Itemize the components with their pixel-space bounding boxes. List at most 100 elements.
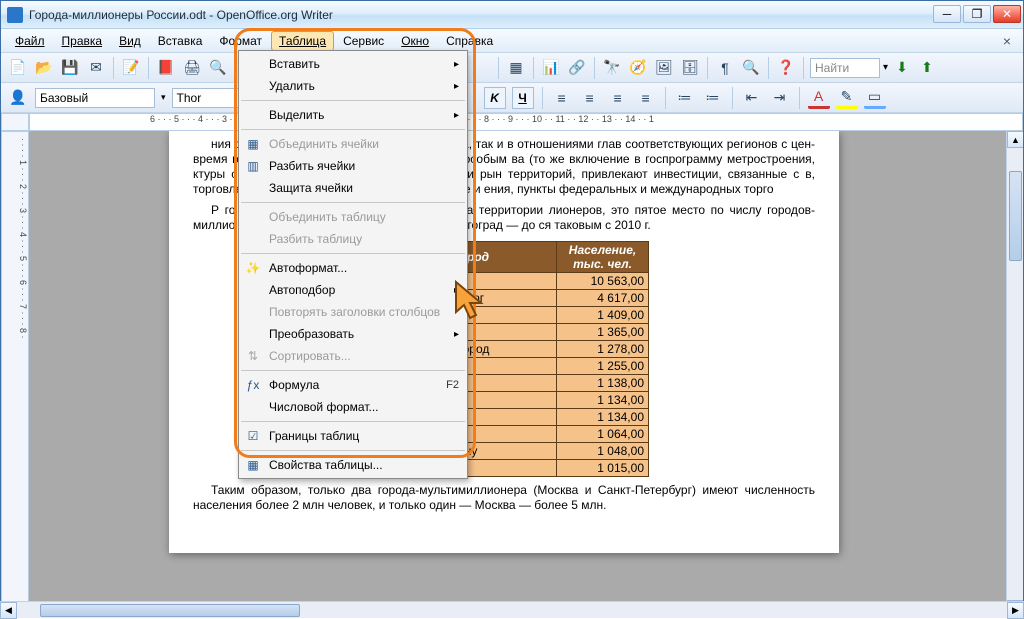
menu-number-format[interactable]: Числовой формат...: [239, 396, 467, 418]
app-window: Города-миллионеры России.odt - OpenOffic…: [0, 0, 1024, 618]
menu-select-submenu[interactable]: Выделить▸: [239, 104, 467, 126]
menu-insert[interactable]: Вставка: [150, 31, 211, 51]
menu-insert-submenu[interactable]: Вставить▸: [239, 53, 467, 75]
vertical-ruler[interactable]: · · · · 1 · · · 2 · · · 3 · · · 4 · · · …: [1, 131, 29, 617]
menu-table-properties[interactable]: ▦Свойства таблицы...: [239, 454, 467, 476]
align-right-icon[interactable]: ≡: [607, 87, 629, 109]
paragraph-style-select[interactable]: Базовый: [35, 88, 155, 108]
horizontal-scrollbar[interactable]: ◀ ▶: [0, 601, 1024, 618]
background-icon[interactable]: ▭: [864, 87, 886, 109]
document-viewport[interactable]: ния определялась как нормативами Госплан…: [29, 131, 1023, 617]
new-doc-icon[interactable]: 📄: [7, 57, 29, 79]
print-icon[interactable]: 🖨: [181, 57, 203, 79]
edit-icon[interactable]: 📝: [120, 57, 142, 79]
population-cell[interactable]: 1 255,00: [557, 358, 649, 375]
gallery-icon[interactable]: 🖼: [653, 57, 675, 79]
styles-icon[interactable]: 👤: [7, 87, 29, 109]
population-cell[interactable]: 1 015,00: [557, 460, 649, 477]
align-center-icon[interactable]: ≡: [579, 87, 601, 109]
menu-table[interactable]: Таблица: [271, 31, 334, 51]
menu-table-borders[interactable]: ☑Границы таблиц: [239, 425, 467, 447]
menu-convert-submenu[interactable]: Преобразовать▸: [239, 323, 467, 345]
minimize-button[interactable]: ─: [933, 5, 961, 23]
menu-edit[interactable]: Правка: [54, 31, 111, 51]
find-next-icon[interactable]: ⬇: [891, 57, 913, 79]
menu-split-cells[interactable]: ▥Разбить ячейки: [239, 155, 467, 177]
population-cell[interactable]: 1 365,00: [557, 324, 649, 341]
table-properties-icon: ▦: [245, 457, 261, 473]
help-icon[interactable]: ❓: [775, 57, 797, 79]
menu-merge-table: Объединить таблицу: [239, 206, 467, 228]
horizontal-ruler[interactable]: 6 · · · 5 · · · 4 · · · 3 · · · 2 · · · …: [29, 113, 1023, 131]
ruler-row: 6 · · · 5 · · · 4 · · · 3 · · · 2 · · · …: [1, 113, 1023, 131]
close-button[interactable]: ✕: [993, 5, 1021, 23]
population-cell[interactable]: 10 563,00: [557, 273, 649, 290]
scroll-thumb[interactable]: [40, 604, 300, 617]
menu-view[interactable]: Вид: [111, 31, 149, 51]
scroll-up-icon[interactable]: ▲: [1007, 131, 1023, 148]
population-cell[interactable]: 1 278,00: [557, 341, 649, 358]
font-color-icon[interactable]: A: [808, 87, 830, 109]
menu-merge-cells: ▦Объединить ячейки: [239, 133, 467, 155]
navigator-icon[interactable]: 🧭: [627, 57, 649, 79]
population-cell[interactable]: 1 048,00: [557, 443, 649, 460]
italic-button[interactable]: K: [484, 87, 506, 109]
scroll-right-icon[interactable]: ▶: [1007, 602, 1024, 619]
menu-sort: ⇅Сортировать...: [239, 345, 467, 367]
align-left-icon[interactable]: ≡: [551, 87, 573, 109]
save-icon[interactable]: 💾: [59, 57, 81, 79]
chart-icon[interactable]: 📊: [540, 57, 562, 79]
menu-help[interactable]: Справка: [438, 31, 501, 51]
datasource-icon[interactable]: 🗄: [679, 57, 701, 79]
highlight-icon[interactable]: ✎: [836, 87, 858, 109]
align-justify-icon[interactable]: ≡: [635, 87, 657, 109]
menu-window[interactable]: Окно: [393, 31, 437, 51]
menu-file[interactable]: Файл: [7, 31, 53, 51]
table-icon[interactable]: ▦: [505, 57, 527, 79]
vertical-scrollbar[interactable]: ▲ ▼: [1006, 131, 1023, 617]
work-area: · · · · 1 · · · 2 · · · 3 · · · 4 · · · …: [1, 131, 1023, 617]
check-icon: ☑: [245, 428, 261, 444]
indent-icon[interactable]: ⇥: [769, 87, 791, 109]
close-doc-button[interactable]: ×: [997, 33, 1017, 49]
titlebar[interactable]: Города-миллионеры России.odt - OpenOffic…: [1, 1, 1023, 29]
split-cells-icon: ▥: [245, 158, 261, 174]
menu-autofit-submenu[interactable]: Автоподбор▸: [239, 279, 467, 301]
binoculars-icon[interactable]: 🔭: [601, 57, 623, 79]
menu-protect-cells[interactable]: Защита ячейки: [239, 177, 467, 199]
app-icon: [7, 7, 23, 23]
population-cell[interactable]: 1 138,00: [557, 375, 649, 392]
find-prev-icon[interactable]: ⬆: [916, 57, 938, 79]
population-cell[interactable]: 4 617,00: [557, 290, 649, 307]
population-cell[interactable]: 1 134,00: [557, 409, 649, 426]
zoom-icon[interactable]: 🔍: [740, 57, 762, 79]
email-icon[interactable]: ✉: [85, 57, 107, 79]
underline-button[interactable]: Ч: [512, 87, 534, 109]
scroll-thumb[interactable]: [1009, 171, 1022, 261]
pdf-icon[interactable]: 📕: [155, 57, 177, 79]
outdent-icon[interactable]: ⇤: [741, 87, 763, 109]
menu-split-table: Разбить таблицу: [239, 228, 467, 250]
population-cell[interactable]: 1 134,00: [557, 392, 649, 409]
preview-icon[interactable]: 🔍: [207, 57, 229, 79]
menu-autoformat[interactable]: ✨Автоформат...: [239, 257, 467, 279]
menu-delete-submenu[interactable]: Удалить▸: [239, 75, 467, 97]
numbering-icon[interactable]: ≔: [702, 87, 724, 109]
find-input[interactable]: Найти: [810, 58, 880, 78]
population-cell[interactable]: 1 064,00: [557, 426, 649, 443]
formula-icon: ƒx: [245, 377, 261, 393]
menu-format[interactable]: Формат: [211, 31, 270, 51]
open-icon[interactable]: 📂: [33, 57, 55, 79]
menu-formula[interactable]: ƒxФормулаF2: [239, 374, 467, 396]
population-cell[interactable]: 1 409,00: [557, 307, 649, 324]
bullets-icon[interactable]: ≔: [674, 87, 696, 109]
col-population[interactable]: Население, тыс. чел.: [557, 242, 649, 273]
scroll-left-icon[interactable]: ◀: [0, 602, 17, 619]
standard-toolbar: 📄 📂 💾 ✉ 📝 📕 🖨 🔍 ▦ 📊 🔗 🔭 🧭 🖼 🗄 ¶ 🔍 ❓ Найт…: [1, 53, 1023, 83]
body-paragraph[interactable]: Таким образом, только два города-мультим…: [193, 483, 815, 513]
nonprint-icon[interactable]: ¶: [714, 57, 736, 79]
merge-cells-icon: ▦: [245, 136, 261, 152]
restore-button[interactable]: ❐: [963, 5, 991, 23]
menu-service[interactable]: Сервис: [335, 31, 392, 51]
hyperlink-icon[interactable]: 🔗: [566, 57, 588, 79]
